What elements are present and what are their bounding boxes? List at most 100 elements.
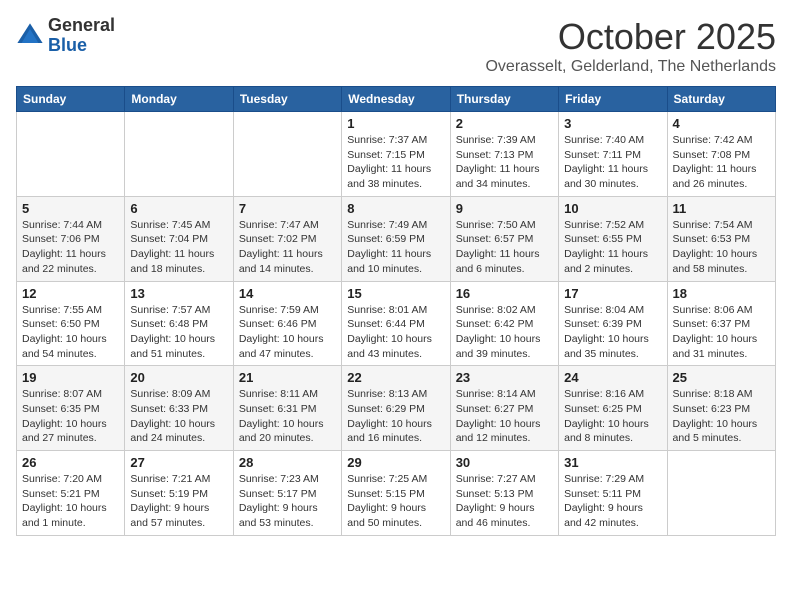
calendar-cell [125, 112, 233, 197]
weekday-header-friday: Friday [559, 87, 667, 112]
day-info: Sunrise: 8:11 AM Sunset: 6:31 PM Dayligh… [239, 387, 336, 446]
day-info: Sunrise: 7:20 AM Sunset: 5:21 PM Dayligh… [22, 472, 119, 531]
day-info: Sunrise: 8:13 AM Sunset: 6:29 PM Dayligh… [347, 387, 444, 446]
day-number: 29 [347, 455, 444, 470]
day-number: 10 [564, 201, 661, 216]
calendar-cell: 28 Sunrise: 7:23 AM Sunset: 5:17 PM Dayli… [233, 451, 341, 536]
day-number: 25 [673, 370, 770, 385]
day-info: Sunrise: 7:45 AM Sunset: 7:04 PM Dayligh… [130, 218, 227, 277]
logo-blue: Blue [48, 36, 115, 56]
day-info: Sunrise: 7:50 AM Sunset: 6:57 PM Dayligh… [456, 218, 553, 277]
calendar-cell: 16Sunrise: 8:02 AM Sunset: 6:42 PM Dayli… [450, 281, 558, 366]
day-info: Sunrise: 7:39 AM Sunset: 7:13 PM Dayligh… [456, 133, 553, 192]
weekday-header-thursday: Thursday [450, 87, 558, 112]
week-row-1: 1 Sunrise: 7:37 AM Sunset: 7:15 PM Daylig… [17, 112, 776, 197]
day-number: 30 [456, 455, 553, 470]
calendar-cell: 5 Sunrise: 7:44 AM Sunset: 7:06 PM Daylig… [17, 196, 125, 281]
day-info: Sunrise: 7:44 AM Sunset: 7:06 PM Dayligh… [22, 218, 119, 277]
day-number: 4 [673, 116, 770, 131]
day-number: 1 [347, 116, 444, 131]
day-number: 24 [564, 370, 661, 385]
calendar-cell: 13 Sunrise: 7:57 AM Sunset: 6:48 PM Dayli… [125, 281, 233, 366]
day-number: 2 [456, 116, 553, 131]
day-info: Sunrise: 8:07 AM Sunset: 6:35 PM Dayligh… [22, 387, 119, 446]
calendar-cell: 29 Sunrise: 7:25 AM Sunset: 5:15 PM Dayli… [342, 451, 450, 536]
day-number: 5 [22, 201, 119, 216]
day-info: Sunrise: 7:54 AM Sunset: 6:53 PM Dayligh… [673, 218, 770, 277]
day-info: Sunrise: 7:55 AM Sunset: 6:50 PM Dayligh… [22, 303, 119, 362]
logo-icon [16, 22, 44, 50]
week-row-5: 26Sunrise: 7:20 AM Sunset: 5:21 PM Dayli… [17, 451, 776, 536]
day-number: 20 [130, 370, 227, 385]
day-info: Sunrise: 7:23 AM Sunset: 5:17 PM Dayligh… [239, 472, 336, 531]
calendar-cell: 8 Sunrise: 7:49 AM Sunset: 6:59 PM Daylig… [342, 196, 450, 281]
weekday-header-row: SundayMondayTuesdayWednesdayThursdayFrid… [17, 87, 776, 112]
page-header: General Blue October 2025 Overasselt, Ge… [16, 16, 776, 76]
weekday-header-tuesday: Tuesday [233, 87, 341, 112]
day-info: Sunrise: 7:25 AM Sunset: 5:15 PM Dayligh… [347, 472, 444, 531]
calendar-cell: 7 Sunrise: 7:47 AM Sunset: 7:02 PM Daylig… [233, 196, 341, 281]
calendar-cell: 27 Sunrise: 7:21 AM Sunset: 5:19 PM Dayli… [125, 451, 233, 536]
calendar-cell: 19 Sunrise: 8:07 AM Sunset: 6:35 PM Dayli… [17, 366, 125, 451]
calendar-cell: 2 Sunrise: 7:39 AM Sunset: 7:13 PM Daylig… [450, 112, 558, 197]
calendar-cell: 15 Sunrise: 8:01 AM Sunset: 6:44 PM Dayli… [342, 281, 450, 366]
day-info: Sunrise: 8:16 AM Sunset: 6:25 PM Dayligh… [564, 387, 661, 446]
day-number: 9 [456, 201, 553, 216]
day-number: 23 [456, 370, 553, 385]
day-number: 15 [347, 286, 444, 301]
calendar-cell: 6 Sunrise: 7:45 AM Sunset: 7:04 PM Daylig… [125, 196, 233, 281]
week-row-4: 19 Sunrise: 8:07 AM Sunset: 6:35 PM Dayli… [17, 366, 776, 451]
day-number: 21 [239, 370, 336, 385]
calendar-cell: 25 Sunrise: 8:18 AM Sunset: 6:23 PM Dayli… [667, 366, 775, 451]
week-row-3: 12 Sunrise: 7:55 AM Sunset: 6:50 PM Dayli… [17, 281, 776, 366]
day-info: Sunrise: 7:42 AM Sunset: 7:08 PM Dayligh… [673, 133, 770, 192]
day-number: 12 [22, 286, 119, 301]
day-number: 7 [239, 201, 336, 216]
day-number: 28 [239, 455, 336, 470]
day-number: 17 [564, 286, 661, 301]
calendar-cell: 24 Sunrise: 8:16 AM Sunset: 6:25 PM Dayli… [559, 366, 667, 451]
calendar-cell: 23 Sunrise: 8:14 AM Sunset: 6:27 PM Dayli… [450, 366, 558, 451]
title-block: October 2025 Overasselt, Gelderland, The… [485, 16, 776, 76]
calendar-cell: 21 Sunrise: 8:11 AM Sunset: 6:31 PM Dayli… [233, 366, 341, 451]
logo: General Blue [16, 16, 115, 56]
calendar-cell: 17 Sunrise: 8:04 AM Sunset: 6:39 PM Dayli… [559, 281, 667, 366]
weekday-header-monday: Monday [125, 87, 233, 112]
day-info: Sunrise: 8:04 AM Sunset: 6:39 PM Dayligh… [564, 303, 661, 362]
day-info: Sunrise: 7:21 AM Sunset: 5:19 PM Dayligh… [130, 472, 227, 531]
calendar-cell: 26Sunrise: 7:20 AM Sunset: 5:21 PM Dayli… [17, 451, 125, 536]
calendar-cell: 3 Sunrise: 7:40 AM Sunset: 7:11 PM Daylig… [559, 112, 667, 197]
day-info: Sunrise: 7:29 AM Sunset: 5:11 PM Dayligh… [564, 472, 661, 531]
calendar-cell: 10Sunrise: 7:52 AM Sunset: 6:55 PM Dayli… [559, 196, 667, 281]
day-number: 14 [239, 286, 336, 301]
logo-text: General Blue [48, 16, 115, 56]
calendar-cell: 22 Sunrise: 8:13 AM Sunset: 6:29 PM Dayli… [342, 366, 450, 451]
day-info: Sunrise: 7:47 AM Sunset: 7:02 PM Dayligh… [239, 218, 336, 277]
day-info: Sunrise: 8:01 AM Sunset: 6:44 PM Dayligh… [347, 303, 444, 362]
day-number: 19 [22, 370, 119, 385]
calendar-cell [667, 451, 775, 536]
calendar-cell [233, 112, 341, 197]
day-number: 8 [347, 201, 444, 216]
weekday-header-saturday: Saturday [667, 87, 775, 112]
calendar-cell: 12 Sunrise: 7:55 AM Sunset: 6:50 PM Dayli… [17, 281, 125, 366]
day-info: Sunrise: 8:14 AM Sunset: 6:27 PM Dayligh… [456, 387, 553, 446]
day-number: 11 [673, 201, 770, 216]
calendar-cell: 4 Sunrise: 7:42 AM Sunset: 7:08 PM Daylig… [667, 112, 775, 197]
day-number: 22 [347, 370, 444, 385]
day-number: 6 [130, 201, 227, 216]
day-info: Sunrise: 7:37 AM Sunset: 7:15 PM Dayligh… [347, 133, 444, 192]
weekday-header-sunday: Sunday [17, 87, 125, 112]
day-info: Sunrise: 7:49 AM Sunset: 6:59 PM Dayligh… [347, 218, 444, 277]
day-info: Sunrise: 7:57 AM Sunset: 6:48 PM Dayligh… [130, 303, 227, 362]
day-info: Sunrise: 8:09 AM Sunset: 6:33 PM Dayligh… [130, 387, 227, 446]
day-info: Sunrise: 8:18 AM Sunset: 6:23 PM Dayligh… [673, 387, 770, 446]
location: Overasselt, Gelderland, The Netherlands [485, 58, 776, 76]
week-row-2: 5 Sunrise: 7:44 AM Sunset: 7:06 PM Daylig… [17, 196, 776, 281]
day-number: 3 [564, 116, 661, 131]
day-number: 27 [130, 455, 227, 470]
day-number: 31 [564, 455, 661, 470]
day-number: 13 [130, 286, 227, 301]
day-number: 16 [456, 286, 553, 301]
day-info: Sunrise: 7:40 AM Sunset: 7:11 PM Dayligh… [564, 133, 661, 192]
